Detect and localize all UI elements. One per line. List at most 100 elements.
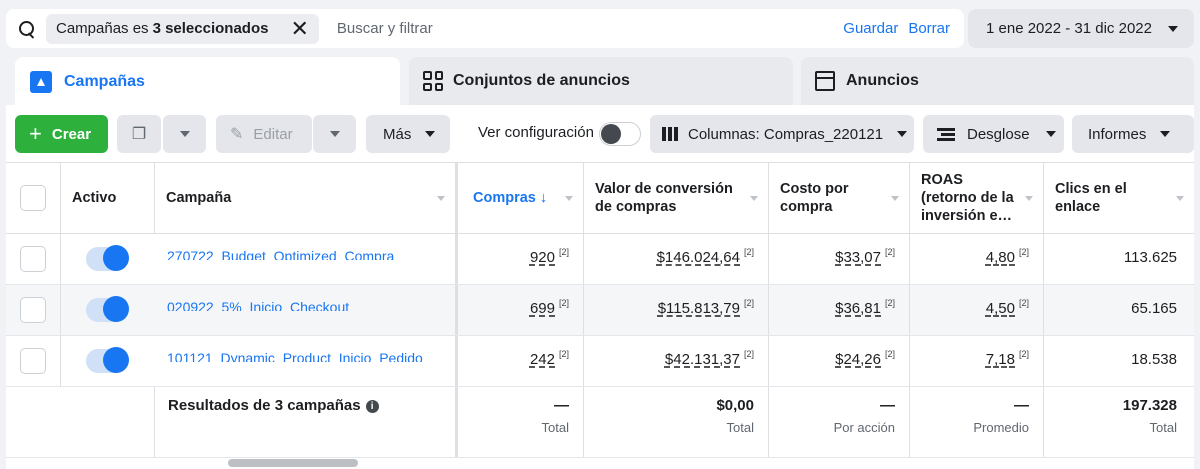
row-checkbox[interactable] [20,246,46,272]
active-toggle[interactable] [86,296,129,322]
attribution-note: [2] [558,298,569,308]
edit-button[interactable]: ✎ Editar [216,115,312,153]
more-button[interactable]: Más [366,115,450,153]
campaigns-panel: + Crear ❐ ✎ Editar Más Ver configuración… [6,105,1194,469]
clicks-value: 113.625 [1123,249,1177,266]
select-all-checkbox[interactable] [20,185,46,211]
totals-conv-cell: $0,00 Total [584,387,769,457]
col-roas[interactable]: ROAS (retorno de la inversión e… [910,163,1044,233]
row-select-cell [6,285,61,335]
col-purchases[interactable]: Compras ↓ [462,163,584,233]
tab-ad-sets[interactable]: Conjuntos de anuncios [409,57,793,105]
chevron-down-icon [897,131,908,137]
select-all-cell [6,163,61,233]
sort-icon [891,196,899,201]
edit-dropdown-button[interactable] [313,115,356,153]
create-button[interactable]: + Crear [15,115,108,153]
totals-label: Resultados de 3 campañas i [168,397,379,414]
clicks-cell: 65.165 [1044,285,1194,335]
tab-ads[interactable]: Anuncios [801,57,1194,105]
col-clicks[interactable]: Clics en el enlace [1044,163,1194,233]
table-row[interactable]: 101121_Dynamic_Product_Inicio_Pedido 242… [6,336,1194,387]
show-config-toggle[interactable] [599,122,641,146]
tab-campaigns[interactable]: Campañas [15,57,400,107]
roas-value: 7,18 [985,351,1015,368]
active-toggle[interactable] [86,245,129,271]
breakdown-icon [937,127,955,141]
totals-roas-sub: Promedio [973,420,1029,435]
conv-value: $115.813,79 [657,300,740,317]
save-filter-link[interactable]: Guardar [843,20,898,37]
col-purchases-label: Compras ↓ [473,190,548,206]
horizontal-scrollbar[interactable] [228,459,358,467]
ad-set-icon [423,71,443,91]
filter-chip-prefix: Campañas es [56,20,149,37]
campaign-cell: 270722_Budget_Optimized_Compra [155,234,458,284]
table-row[interactable]: 020922_5%_Inicio_Checkout 699 [2] $115.81… [6,285,1194,336]
breakdown-button[interactable]: Desglose [923,115,1064,153]
chevron-down-icon [329,131,340,137]
tab-campaigns-label: Campañas [64,73,145,90]
purchases-cell: 920 [2] [462,234,584,284]
filter-bar[interactable]: Campañas es 3 seleccionados ✕ Buscar y f… [6,9,964,48]
row-checkbox[interactable] [20,348,46,374]
toolbar: + Crear ❐ ✎ Editar Más Ver configuración… [6,105,1194,161]
col-active[interactable]: Activo [61,163,155,233]
attribution-note: [2] [1018,298,1029,308]
reports-button[interactable]: Informes [1072,115,1194,153]
cost-per-value: $33,07 [835,249,881,266]
duplicate-button[interactable]: ❐ [117,115,161,153]
tab-ads-label: Anuncios [846,72,919,89]
clicks-cell: 113.625 [1044,234,1194,284]
duplicate-icon: ❐ [131,126,147,143]
campaign-link[interactable]: 270722_Budget_Optimized_Compra [167,245,437,260]
totals-spacer [6,387,155,457]
col-cost-per[interactable]: Costo por compra [769,163,910,233]
roas-cell: 4,80 [2] [910,234,1044,284]
filter-chip[interactable]: Campañas es 3 seleccionados ✕ [46,13,319,44]
active-toggle[interactable] [86,347,129,373]
search-input[interactable]: Buscar y filtrar [337,20,843,37]
totals-cost-cell: — Por acción [769,387,910,457]
clicks-value: 18.538 [1131,351,1177,368]
campaign-link[interactable]: 101121_Dynamic_Product_Inicio_Pedido [167,347,437,362]
campaign-link[interactable]: 020922_5%_Inicio_Checkout [167,296,437,311]
col-campaign[interactable]: Campaña [155,163,458,233]
info-icon[interactable]: i [365,400,379,413]
duplicate-dropdown-button[interactable] [163,115,206,153]
chevron-down-icon [1160,131,1171,137]
search-icon [18,20,36,38]
attribution-note: [2] [743,349,754,359]
campaign-icon [30,71,52,93]
attribution-note: [2] [558,247,569,257]
roas-cell: 4,50 [2] [910,285,1044,335]
date-range-picker[interactable]: 1 ene 2022 - 31 dic 2022 [968,9,1194,48]
cost-per-cell: $24,26 [2] [769,336,910,386]
close-icon[interactable]: ✕ [290,17,308,40]
totals-cost-per: — [880,397,895,414]
attribution-note: [2] [884,298,895,308]
totals-cost-sub: Por acción [833,420,895,435]
clicks-cell: 18.538 [1044,336,1194,386]
col-cost-per-label: Costo por compra [780,181,849,215]
active-cell [61,285,155,335]
col-conv-value[interactable]: Valor de conversión de compras [584,163,769,233]
clicks-value: 65.165 [1131,300,1177,317]
row-select-cell [6,336,61,386]
attribution-note: [2] [884,247,895,257]
roas-cell: 7,18 [2] [910,336,1044,386]
ad-icon [815,71,835,91]
conv-value: $146.024,64 [656,249,740,266]
col-conv-value-label: Valor de conversión de compras [595,181,733,215]
clear-filter-link[interactable]: Borrar [908,20,950,37]
columns-button[interactable]: Columnas: Compras_220121 [650,115,914,153]
row-checkbox[interactable] [20,297,46,323]
chevron-down-icon [179,131,190,137]
table-row[interactable]: 270722_Budget_Optimized_Compra 920 [2] $1… [6,234,1194,285]
cost-per-value: $24,26 [835,351,881,368]
chevron-down-icon [1168,26,1178,32]
columns-label: Columnas: Compras_220121 [688,125,884,143]
attribution-note: [2] [743,247,754,257]
create-label: Crear [51,125,92,143]
roas-value: 4,50 [985,300,1015,317]
